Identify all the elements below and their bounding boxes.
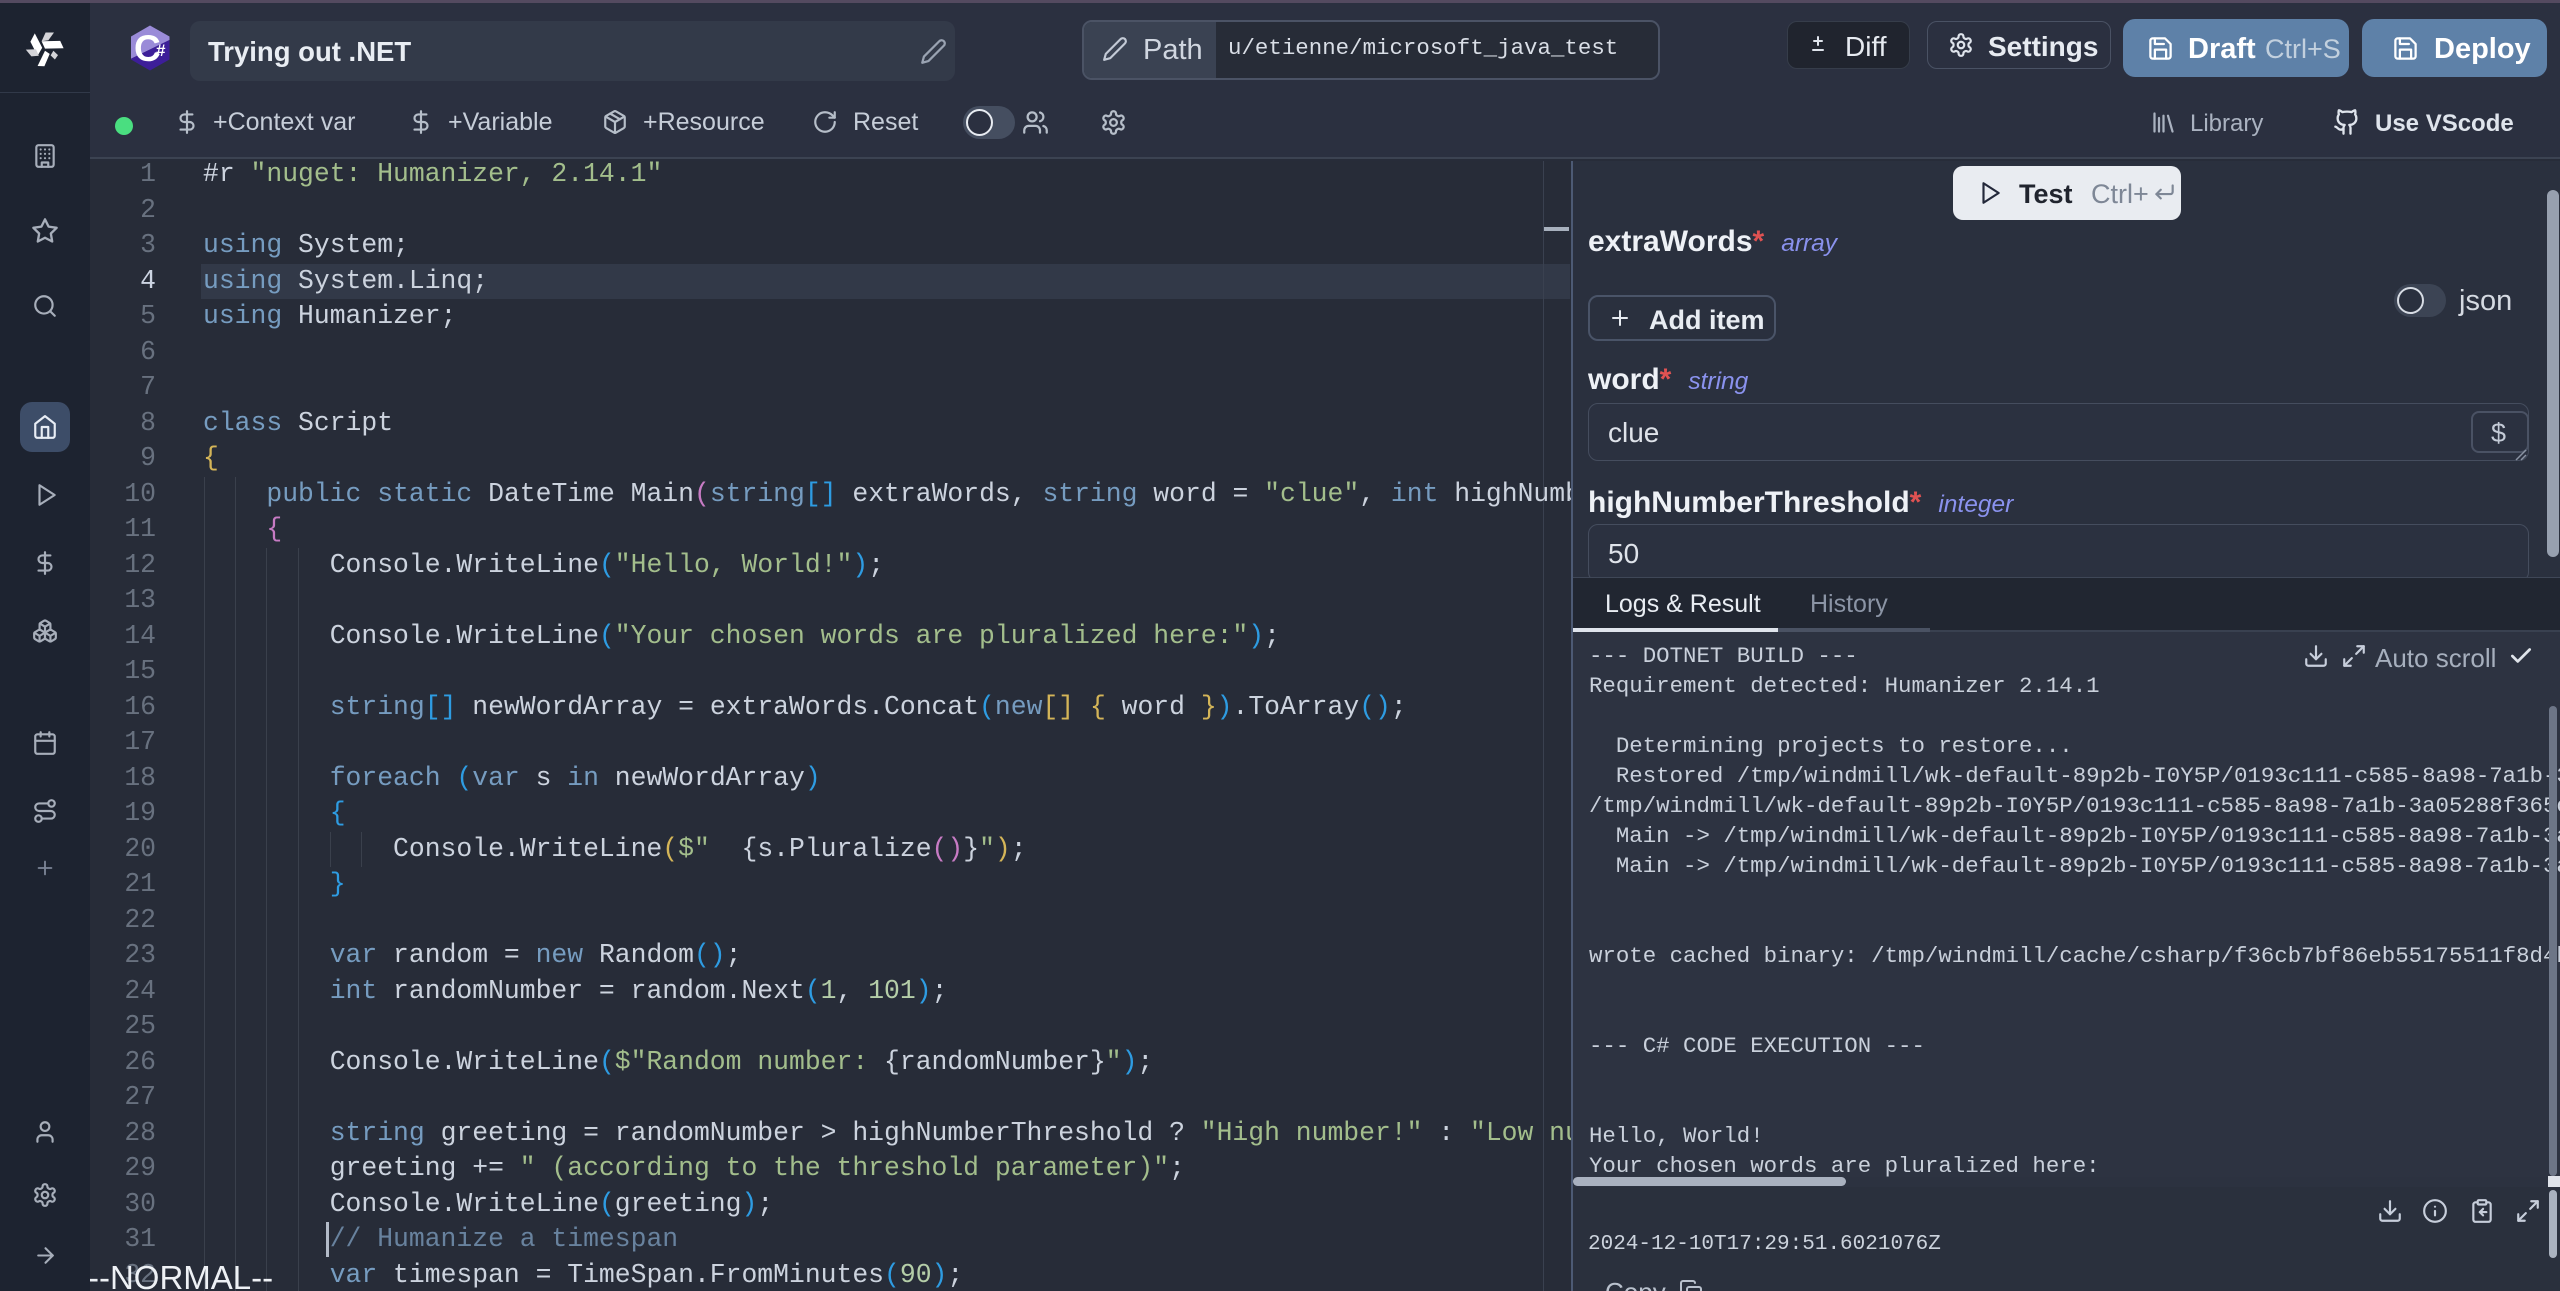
- svg-text:#: #: [156, 41, 166, 60]
